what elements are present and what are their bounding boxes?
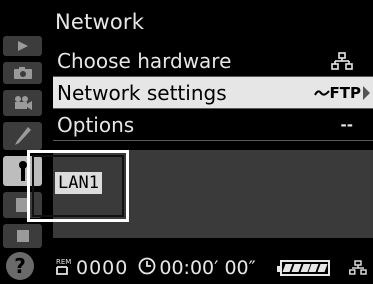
custom-settings-tab[interactable]: [3, 122, 42, 150]
playback-tab[interactable]: [3, 36, 42, 56]
menu-sidebar: ?: [0, 0, 45, 284]
page-title: Network: [55, 10, 145, 34]
menu-item-choose-hardware[interactable]: Choose hardware: [53, 45, 373, 77]
network-settings-value: FTP: [313, 77, 361, 108]
movie-shooting-tab[interactable]: [3, 90, 42, 116]
my-menu-tab[interactable]: [3, 224, 42, 248]
menu-item-label: Choose hardware: [57, 48, 232, 73]
ftp-label: FTP: [329, 83, 361, 102]
timecode: 00:00′ 00″: [159, 257, 256, 279]
ftp-wave-icon: [313, 89, 330, 96]
menu-item-options[interactable]: Options --: [53, 109, 373, 141]
photo-shooting-tab[interactable]: [3, 62, 42, 84]
exposure-count: 0000: [76, 257, 129, 279]
options-value: --: [340, 115, 353, 134]
clock-icon: [138, 257, 156, 280]
rem-text: REM: [56, 258, 71, 266]
menu-item-label: Options: [57, 112, 135, 137]
network-status-icon: [349, 259, 367, 281]
remaining-icon: REM: [55, 256, 75, 281]
menu-item-label: Network settings: [57, 80, 227, 105]
battery-icon: [277, 260, 330, 276]
status-bar: REM 0000 00:00′ 00″: [55, 252, 373, 284]
play-icon: [17, 41, 28, 51]
help-icon[interactable]: ?: [6, 252, 34, 280]
network-icon: [331, 45, 353, 76]
pencil-icon: [14, 127, 31, 145]
network-menu: Choose hardware Network settings FTP Opt…: [53, 45, 373, 141]
annotation-highlight-box: [27, 150, 129, 222]
menu-item-network-settings[interactable]: Network settings FTP: [53, 77, 373, 109]
arrow-right-icon: [363, 86, 370, 100]
my-menu-icon: [16, 230, 29, 242]
camera-icon: [13, 67, 32, 79]
movie-camera-icon: [14, 96, 32, 110]
camera-screen: ? Network Choose hardware Network settin…: [0, 0, 373, 284]
